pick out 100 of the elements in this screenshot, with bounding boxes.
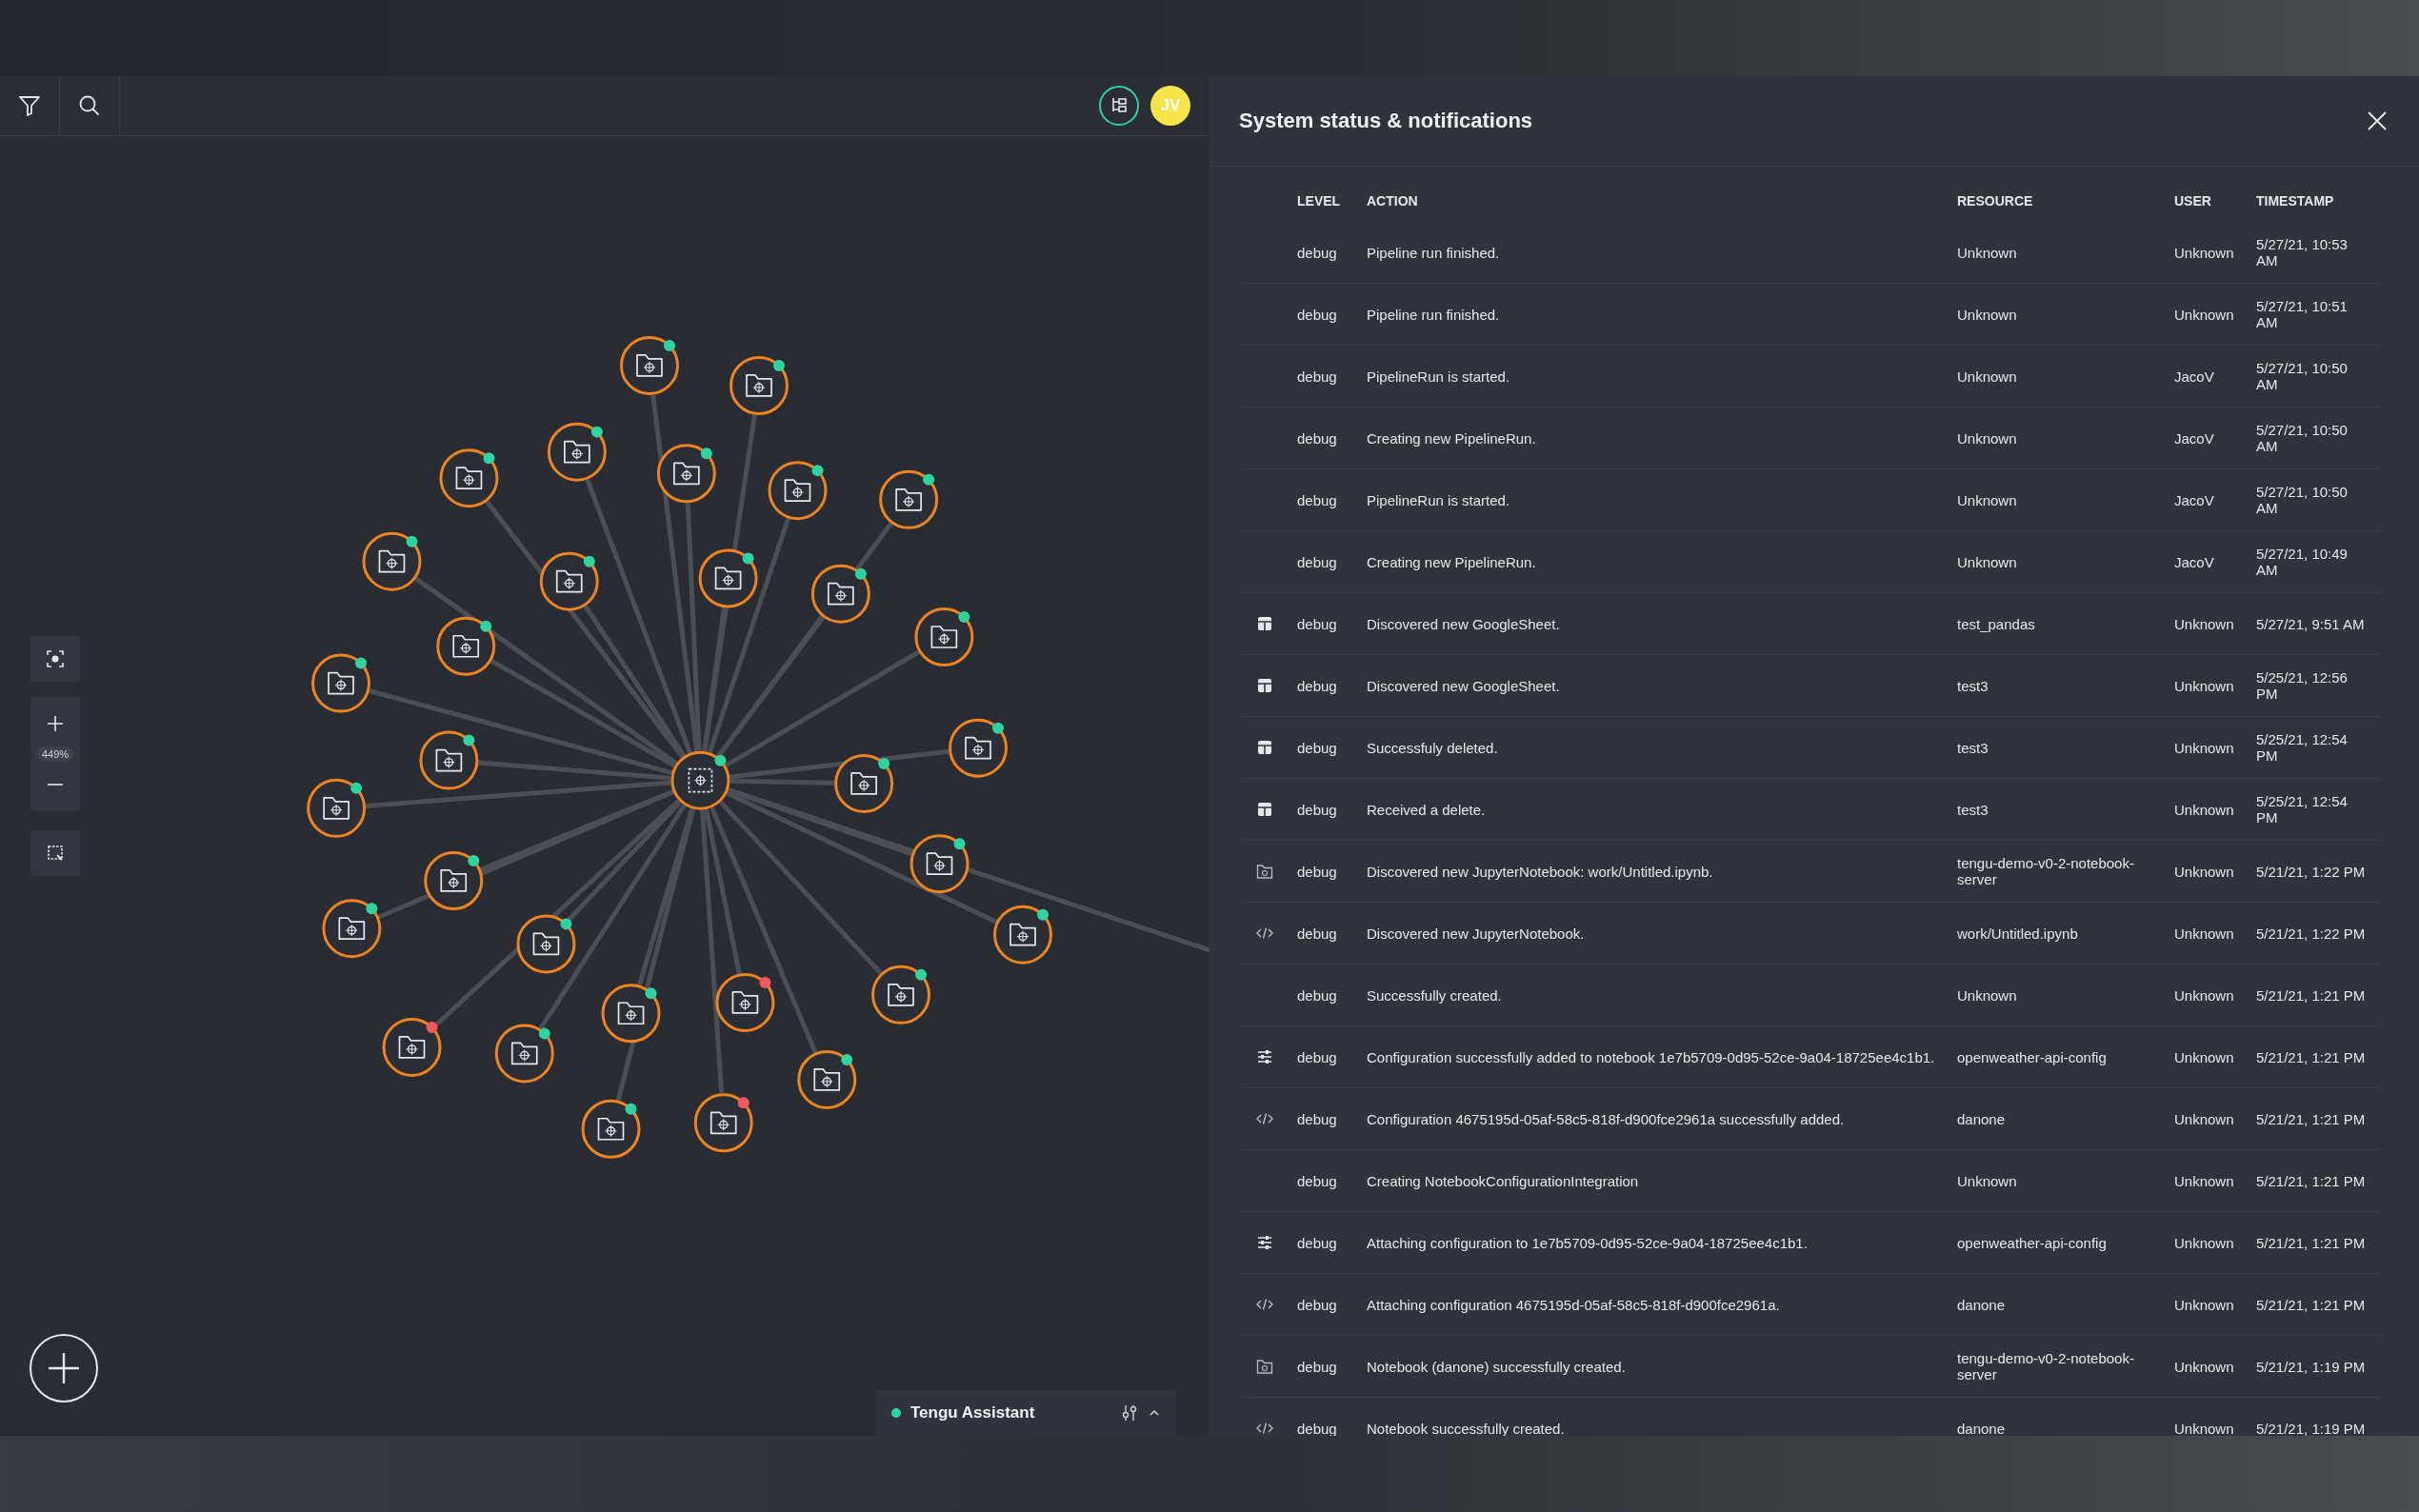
- action-text: Received a delete.: [1367, 801, 1487, 818]
- graph-node[interactable]: [834, 753, 894, 813]
- resource-text: Unknown: [1957, 491, 2018, 508]
- action-text: Discovered new GoogleSheet.: [1367, 615, 1561, 632]
- level-text: debug: [1297, 429, 1338, 447]
- folder-icon: [673, 462, 700, 486]
- graph-node[interactable]: [620, 335, 679, 395]
- user-text: JacoV: [2174, 429, 2215, 447]
- graph-node[interactable]: [322, 899, 382, 959]
- action-text: Configuration 4675195d-05af-58c5-818f-d900fce2961a successfully added.: [1367, 1110, 1846, 1127]
- user-text: Unknown: [2174, 1172, 2235, 1189]
- timestamp-text: 5/27/21, 10:50 AM: [2256, 484, 2349, 516]
- folder-icon: [617, 1002, 645, 1025]
- hierarchy-button[interactable]: [1099, 86, 1139, 126]
- graph-node[interactable]: [993, 905, 1052, 965]
- timestamp-text: 5/25/21, 12:56 PM: [2256, 669, 2349, 702]
- selection-icon: [46, 844, 65, 863]
- user-text: Unknown: [2174, 306, 2235, 323]
- action-text: Discovered new JupyterNotebook: work/Untitled.ipynb.: [1367, 863, 1714, 880]
- graph-node[interactable]: [424, 850, 484, 910]
- column-header[interactable]: ACTION: [1367, 193, 1957, 209]
- graph-node[interactable]: [949, 718, 1008, 778]
- graph-node[interactable]: [715, 972, 775, 1032]
- sliders-icon[interactable]: [1121, 1404, 1138, 1422]
- user-text: Unknown: [2174, 1234, 2235, 1251]
- graph-node[interactable]: [871, 965, 930, 1025]
- graph-node[interactable]: [547, 422, 607, 482]
- resource-text: danone: [1957, 1110, 2007, 1127]
- resource-text: Unknown: [1957, 986, 2018, 1004]
- graph-node[interactable]: [797, 1049, 857, 1109]
- assistant-bar[interactable]: Tengu Assistant: [876, 1390, 1176, 1436]
- graph-node[interactable]: [914, 607, 974, 666]
- plus-icon: [46, 714, 65, 733]
- timestamp-text: 5/27/21, 9:51 AM: [2256, 615, 2366, 632]
- action-text: Discovered new JupyterNotebook.: [1367, 925, 1586, 942]
- user-text: JacoV: [2174, 368, 2215, 385]
- folder-icon: [398, 1036, 426, 1059]
- graph-node[interactable]: [307, 778, 367, 838]
- hierarchy-icon: [1110, 96, 1129, 115]
- folder-icon: [440, 869, 468, 892]
- level-text: debug: [1297, 801, 1338, 818]
- column-header[interactable]: USER: [2174, 193, 2256, 209]
- graph-node[interactable]: [362, 531, 422, 591]
- graph-node[interactable]: [539, 551, 599, 611]
- graph-node[interactable]: [670, 750, 730, 810]
- action-text: Pipeline run finished.: [1367, 244, 1501, 261]
- action-text: PipelineRun is started.: [1367, 368, 1511, 385]
- timestamp-text: 5/21/21, 1:21 PM: [2256, 1296, 2367, 1313]
- action-text: Configuration successfully added to notebook 1e7b5709-0d95-52ce-9a04-18725ee4c1b1.: [1367, 1048, 1936, 1065]
- timestamp-text: 5/21/21, 1:21 PM: [2256, 986, 2367, 1004]
- graph-node[interactable]: [311, 653, 370, 713]
- graph-node[interactable]: [910, 834, 970, 894]
- timestamp-text: 5/27/21, 10:50 AM: [2256, 360, 2349, 392]
- column-header[interactable]: RESOURCE: [1957, 193, 2174, 209]
- folder-icon: [338, 917, 366, 941]
- folder-icon: [784, 479, 811, 502]
- graph-node[interactable]: [698, 548, 758, 608]
- folder-icon: [1255, 1358, 1273, 1375]
- action-text: Notebook (danone) successfully created.: [1367, 1358, 1627, 1375]
- graph-node[interactable]: [516, 914, 576, 974]
- column-header[interactable]: LEVEL: [1297, 193, 1367, 209]
- action-text: Attaching configuration to 1e7b5709-0d95-52ce-9a04-18725ee4c1b1.: [1367, 1234, 1809, 1251]
- graph-node[interactable]: [730, 355, 789, 415]
- graph-node[interactable]: [419, 730, 479, 790]
- folder-icon: [1255, 863, 1273, 880]
- level-text: debug: [1297, 677, 1338, 694]
- level-text: debug: [1297, 491, 1338, 508]
- graph-node[interactable]: [693, 1093, 753, 1153]
- user-text: Unknown: [2174, 925, 2235, 942]
- graph-node[interactable]: [768, 461, 828, 521]
- user-text: Unknown: [2174, 801, 2235, 818]
- timestamp-text: 5/21/21, 1:21 PM: [2256, 1234, 2367, 1251]
- folder-icon: [895, 488, 922, 511]
- graph-node[interactable]: [439, 448, 499, 508]
- folder-icon: [714, 567, 742, 590]
- graph-node[interactable]: [656, 444, 716, 504]
- graph-node[interactable]: [382, 1017, 442, 1077]
- user-text: Unknown: [2174, 1420, 2235, 1436]
- graph-node[interactable]: [436, 616, 496, 676]
- graph-node[interactable]: [810, 564, 870, 624]
- folder-icon: [710, 1111, 737, 1135]
- resource-text: Unknown: [1957, 1172, 2018, 1189]
- level-text: debug: [1297, 986, 1338, 1004]
- table-icon: [1255, 739, 1273, 756]
- folder-icon: [731, 991, 759, 1014]
- graph-node[interactable]: [581, 1099, 641, 1159]
- graph-node[interactable]: [494, 1024, 554, 1084]
- folder-icon: [930, 626, 958, 648]
- table-icon: [1255, 615, 1273, 632]
- resource-text: danone: [1957, 1420, 2007, 1436]
- graph-node[interactable]: [879, 469, 939, 529]
- graph-node[interactable]: [601, 984, 661, 1044]
- resource-text: test_pandas: [1957, 615, 2036, 632]
- action-text: PipelineRun is started.: [1367, 491, 1511, 508]
- close-button[interactable]: [2366, 109, 2389, 132]
- column-header[interactable]: TIMESTAMP: [2256, 193, 2369, 209]
- resource-text: openweather-api-config: [1957, 1234, 2108, 1251]
- action-text: Pipeline run finished.: [1367, 306, 1501, 323]
- timestamp-text: 5/21/21, 1:19 PM: [2256, 1358, 2367, 1375]
- level-text: debug: [1297, 863, 1338, 880]
